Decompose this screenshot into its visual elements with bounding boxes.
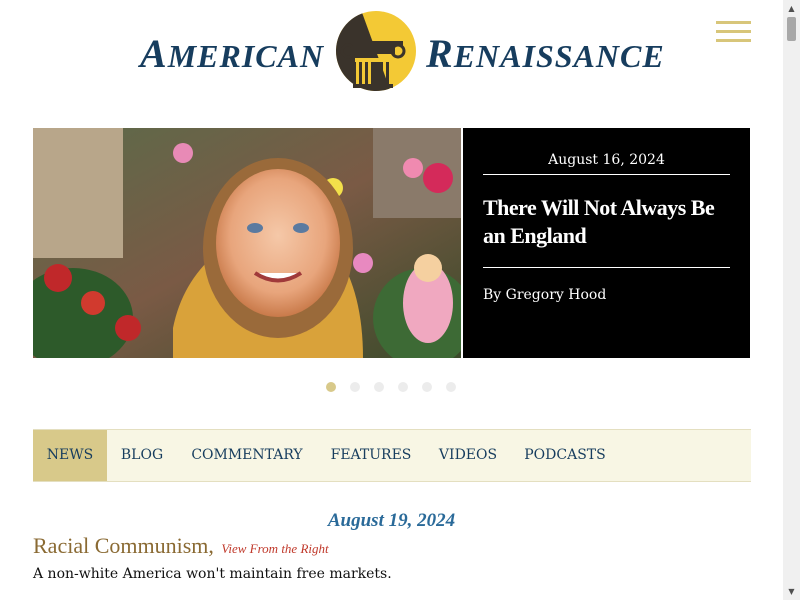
brand-name-renaissance[interactable]: RENAISSANCE bbox=[426, 30, 665, 77]
section-nav: NEWS BLOG COMMENTARY FEATURES VIDEOS POD… bbox=[33, 429, 751, 482]
tab-videos[interactable]: VIDEOS bbox=[425, 430, 511, 481]
tab-features[interactable]: FEATURES bbox=[317, 430, 425, 481]
article-date: August 19, 2024 bbox=[327, 510, 456, 531]
site-header: AMERICAN RENAISSANCE bbox=[0, 0, 783, 110]
hero-title-link[interactable]: There Will Not Always Be an England bbox=[483, 194, 733, 250]
hero-image[interactable] bbox=[33, 128, 461, 358]
ionic-column-icon[interactable] bbox=[331, 11, 417, 95]
article-source-link[interactable]: View From the Right bbox=[221, 541, 328, 556]
scroll-down-icon[interactable]: ▼ bbox=[783, 583, 800, 600]
carousel-dot-4[interactable] bbox=[398, 382, 408, 392]
carousel-dot-2[interactable] bbox=[350, 382, 360, 392]
carousel-dot-6[interactable] bbox=[446, 382, 456, 392]
hero-date: August 16, 2024 bbox=[548, 152, 665, 168]
article-summary: A non-white America won't maintain free … bbox=[33, 566, 392, 582]
carousel-dot-5[interactable] bbox=[422, 382, 432, 392]
hero-author[interactable]: By Gregory Hood bbox=[483, 287, 606, 303]
tab-news[interactable]: NEWS bbox=[33, 430, 107, 481]
scroll-thumb[interactable] bbox=[787, 17, 796, 41]
tab-blog[interactable]: BLOG bbox=[107, 430, 177, 481]
tab-commentary[interactable]: COMMENTARY bbox=[177, 430, 317, 481]
hero-divider-top bbox=[483, 174, 730, 175]
memorial-photo bbox=[33, 128, 461, 358]
carousel-dot-1[interactable] bbox=[326, 382, 336, 392]
tab-podcasts[interactable]: PODCASTS bbox=[511, 430, 619, 481]
article-title-text: Racial Communism, bbox=[33, 533, 214, 558]
hero-divider-bottom bbox=[483, 267, 730, 268]
hero-caption-panel: August 16, 2024 There Will Not Always Be… bbox=[463, 128, 750, 358]
carousel-dot-3[interactable] bbox=[374, 382, 384, 392]
brand-name-american[interactable]: AMERICAN bbox=[140, 30, 324, 77]
article-title-link[interactable]: Racial Communism, View From the Right bbox=[33, 533, 329, 559]
scroll-up-icon[interactable]: ▲ bbox=[783, 0, 800, 17]
hamburger-menu-icon[interactable] bbox=[716, 21, 751, 43]
page-scrollbar[interactable]: ▲ ▼ bbox=[783, 0, 800, 600]
